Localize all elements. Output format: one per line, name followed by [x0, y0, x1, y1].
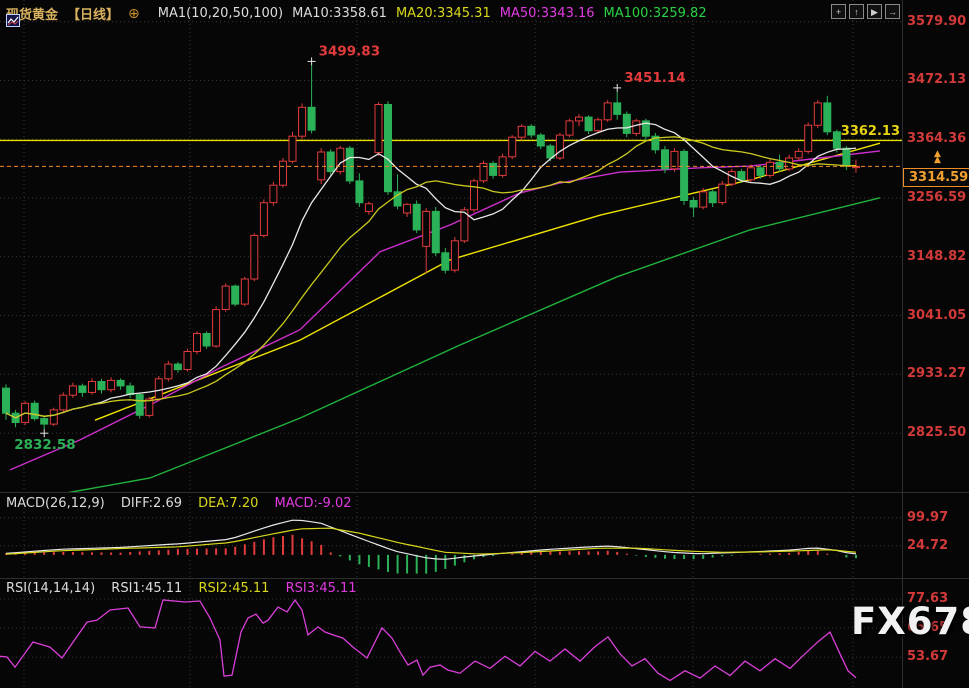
price-axis: 3579.90 3472.13 3364.36 3256.59 3148.82 3041.… [903, 0, 969, 688]
macd-title[interactable]: MACD(26,12,9) [6, 496, 105, 511]
svg-text:3499.83: 3499.83 [319, 43, 381, 59]
chart-toolbar: + ↑ ▶ → [831, 4, 900, 19]
ma50-line [10, 151, 880, 470]
price-up-arrow-icon: ▲ ▲ [934, 151, 941, 163]
period-label[interactable]: 【日线】 [67, 4, 119, 23]
scale-up-icon[interactable]: ↑ [849, 4, 864, 19]
macd-value: MACD:-9.02 [275, 496, 352, 511]
price-axis-label: 3041.05 [907, 308, 966, 324]
price-axis-label: 3364.36 [907, 131, 966, 147]
svg-text:2832.58: 2832.58 [14, 437, 75, 453]
rsi-axis-label: 53.67 [907, 649, 948, 665]
rsi2-value: RSI2:45.11 [198, 581, 269, 596]
pane-separator [0, 492, 969, 493]
ma10-value-label: MA10:3358.61 [292, 6, 387, 21]
overlay-lines [0, 143, 880, 492]
macd-diff-line [6, 520, 856, 559]
play-forward-icon[interactable]: ▶ [867, 4, 882, 19]
trading-chart-app: 3499.83 3451.14 2832.58 3579.90 3472.13 3364… [0, 0, 969, 688]
ma100-value-label: MA100:3259.82 [604, 6, 707, 21]
rsi1-value: RSI1:45.11 [111, 581, 182, 596]
price-annotation: 2832.58 [14, 429, 75, 453]
add-indicator-icon[interactable]: ⊕ [128, 6, 140, 22]
ma20-value-label: MA20:3345.31 [396, 6, 491, 21]
ma100-line [0, 198, 880, 492]
price-axis-label: 3472.13 [907, 72, 966, 88]
chart-header: 现货黄金 【日线】 ⊕ MA1(10,20,50,100) MA10:3358.… [6, 4, 707, 23]
last-price-tag: 3314.59 [903, 168, 969, 187]
goto-latest-icon[interactable]: → [885, 4, 900, 19]
yellow-level-label: 3362.13 [838, 124, 900, 139]
macd-axis-label: 24.72 [907, 538, 948, 554]
svg-text:3451.14: 3451.14 [624, 70, 686, 86]
macd-histogram [6, 535, 856, 574]
pane-separator [0, 578, 969, 579]
candles-group [3, 65, 860, 429]
macd-dea-value: DEA:7.20 [198, 496, 258, 511]
main-chart-canvas[interactable]: 3499.83 3451.14 2832.58 [0, 0, 902, 492]
price-axis-label: 3256.59 [907, 190, 966, 206]
ma-settings-label[interactable]: MA1(10,20,50,100) [158, 6, 283, 21]
macd-axis-label: 99.97 [907, 510, 948, 526]
rsi-header: RSI(14,14,14) RSI1:45.11 RSI2:45.11 RSI3… [6, 581, 357, 596]
trendline-line [95, 143, 880, 420]
macd-diff-value: DIFF:2.69 [121, 496, 182, 511]
watermark-logo: FX678 [851, 600, 969, 643]
rsi-title[interactable]: RSI(14,14,14) [6, 581, 95, 596]
price-axis-label: 2825.50 [907, 425, 966, 441]
price-annotation: 3499.83 [308, 43, 381, 65]
rsi-line [0, 600, 856, 681]
macd-header: MACD(26,12,9) DIFF:2.69 DEA:7.20 MACD:-9… [6, 496, 351, 511]
price-annotation: 3451.14 [613, 70, 686, 92]
macd-dea-line [6, 528, 856, 554]
price-axis-label: 3579.90 [907, 14, 966, 30]
ma50-value-label: MA50:3343.16 [500, 6, 595, 21]
rsi3-value: RSI3:45.11 [286, 581, 357, 596]
pan-icon[interactable]: + [831, 4, 846, 19]
price-axis-label: 2933.27 [907, 366, 966, 382]
price-axis-label: 3148.82 [907, 249, 966, 265]
